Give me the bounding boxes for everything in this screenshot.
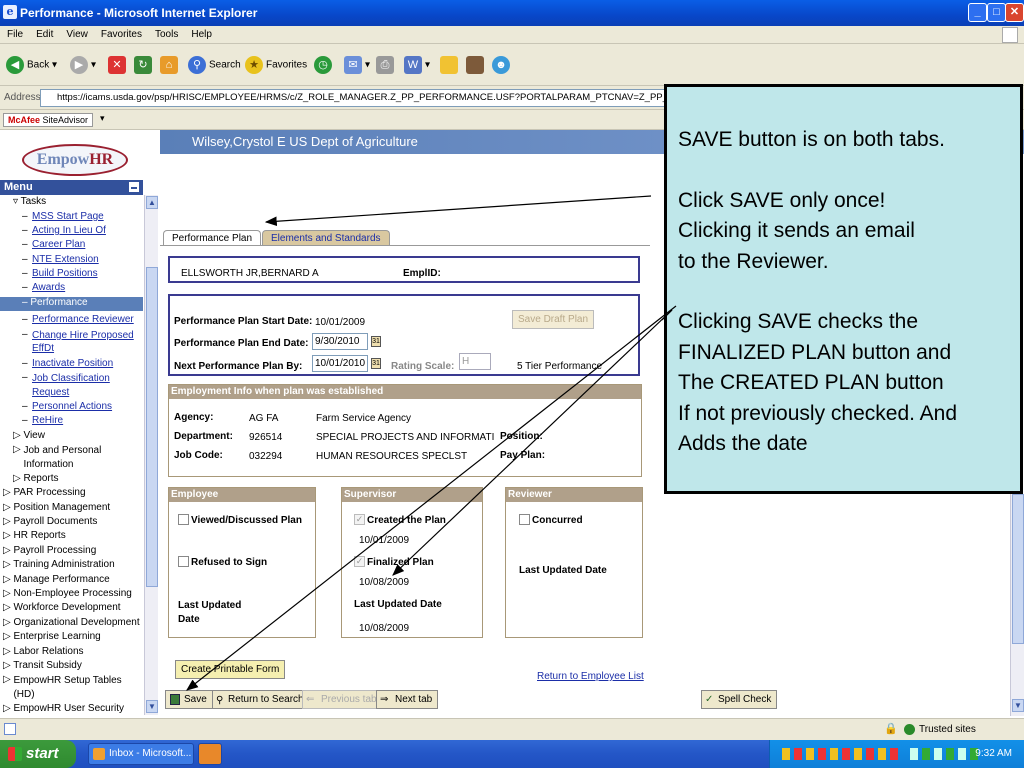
taskbar-inbox-label: Inbox - Microsoft... <box>109 748 192 759</box>
lock-icon: 🔒 <box>884 723 898 735</box>
page-status-icon <box>4 723 16 735</box>
trusted-sites-icon <box>904 724 915 735</box>
arrow-to-finalized <box>392 309 673 576</box>
annotation-arrows <box>186 195 677 691</box>
clock: 9:32 AM <box>975 748 1012 759</box>
tray-icons[interactable] <box>782 748 902 760</box>
taskbar-inbox-button[interactable]: Inbox - Microsoft... <box>88 743 194 765</box>
status-bar: 🔒 Trusted sites <box>0 718 1024 740</box>
windows-logo-icon <box>8 747 22 761</box>
start-button[interactable]: start <box>0 740 76 768</box>
outlook-icon <box>93 748 105 760</box>
arrow-stub <box>661 309 673 321</box>
taskbar-extra-button[interactable] <box>198 743 222 765</box>
system-tray: 9:32 AM <box>769 740 1024 768</box>
tray-icons-2[interactable] <box>910 748 980 760</box>
arrow-to-tab <box>264 195 652 227</box>
zone-label: Trusted sites <box>919 724 976 735</box>
arrow-to-save <box>186 305 677 691</box>
start-label: start <box>26 745 59 762</box>
taskbar: start Inbox - Microsoft... 9:32 AM <box>0 740 1024 768</box>
